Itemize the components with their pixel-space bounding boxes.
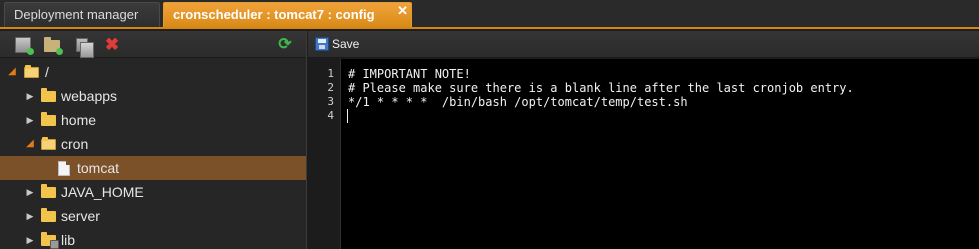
tab-deployment-manager[interactable]: Deployment manager: [4, 2, 160, 27]
file-icon: [58, 161, 70, 176]
collapse-arrow-icon[interactable]: ◢: [7, 60, 17, 84]
tab-cronscheduler-config[interactable]: cronscheduler : tomcat7 : config ✕: [163, 2, 412, 27]
file-browser-panel: ✖ ⟳ ◢ / ▶ webapps ▶ home ◢ cron tomcat ▶…: [0, 31, 307, 249]
tree-item-label: home: [61, 112, 97, 128]
code-editor[interactable]: 1 2 3 4 # IMPORTANT NOTE! # Please make …: [308, 59, 979, 249]
line-number: 2: [327, 81, 334, 94]
expand-arrow-icon[interactable]: ▶: [25, 180, 35, 204]
delete-icon[interactable]: ✖: [104, 36, 120, 53]
new-folder-icon[interactable]: [44, 37, 63, 55]
tree-item-root[interactable]: ◢ /: [0, 60, 306, 84]
tree-item-webapps[interactable]: ▶ webapps: [0, 84, 306, 108]
expand-arrow-icon[interactable]: ▶: [25, 228, 35, 249]
line-number-gutter: 1 2 3 4: [308, 59, 341, 249]
expand-arrow-icon[interactable]: ▶: [25, 108, 35, 132]
line-number: 3: [327, 95, 334, 108]
tree-item-label: server: [61, 208, 100, 224]
folder-icon: [41, 184, 56, 198]
refresh-icon[interactable]: ⟳: [277, 37, 293, 53]
locked-folder-icon: [41, 232, 59, 249]
tree-item-java-home[interactable]: ▶ JAVA_HOME: [0, 180, 306, 204]
expand-arrow-icon[interactable]: ▶: [25, 84, 35, 108]
text-cursor: [347, 109, 348, 123]
expand-arrow-icon[interactable]: ▶: [25, 204, 35, 228]
tree-item-label: cron: [61, 136, 89, 152]
line-number: 4: [327, 109, 334, 122]
folder-icon: [41, 112, 56, 126]
folder-icon: [41, 88, 56, 102]
editor-panel: Save 1 2 3 4 # IMPORTANT NOTE! # Please …: [308, 31, 979, 249]
open-folder-icon: [24, 65, 39, 78]
collapse-arrow-icon[interactable]: ◢: [25, 132, 35, 156]
copy-icon[interactable]: [76, 38, 94, 58]
tab-label: Deployment manager: [14, 7, 139, 22]
tree-item-label: tomcat: [77, 160, 120, 176]
tree-item-label: JAVA_HOME: [61, 184, 144, 200]
tree-item-lib[interactable]: ▶ lib: [0, 228, 306, 249]
save-label: Save: [332, 37, 360, 51]
tree-item-server[interactable]: ▶ server: [0, 204, 306, 228]
code-line: # Please make sure there is a blank line…: [348, 81, 854, 95]
tab-bar: Deployment manager cronscheduler : tomca…: [0, 0, 979, 29]
tree-item-cron[interactable]: ◢ cron: [0, 132, 306, 156]
code-line: */1 * * * * /bin/bash /opt/tomcat/temp/t…: [348, 95, 688, 109]
new-file-icon[interactable]: [15, 37, 34, 55]
tree-item-label: /: [45, 64, 49, 80]
save-button[interactable]: Save: [312, 35, 363, 54]
folder-icon: [41, 208, 56, 222]
line-number: 1: [327, 67, 334, 80]
close-icon[interactable]: ✕: [397, 0, 408, 22]
open-folder-icon: [41, 137, 56, 150]
tree-item-home[interactable]: ▶ home: [0, 108, 306, 132]
floppy-disk-icon: [315, 37, 329, 51]
tree-item-label: lib: [61, 232, 76, 248]
tab-label: cronscheduler : tomcat7 : config: [173, 7, 375, 22]
code-line: # IMPORTANT NOTE!: [348, 67, 471, 81]
file-browser-toolbar: ✖ ⟳: [0, 31, 306, 58]
editor-toolbar: Save: [308, 31, 979, 58]
tree-item-tomcat[interactable]: tomcat: [0, 156, 306, 180]
tree-item-label: webapps: [61, 88, 118, 104]
